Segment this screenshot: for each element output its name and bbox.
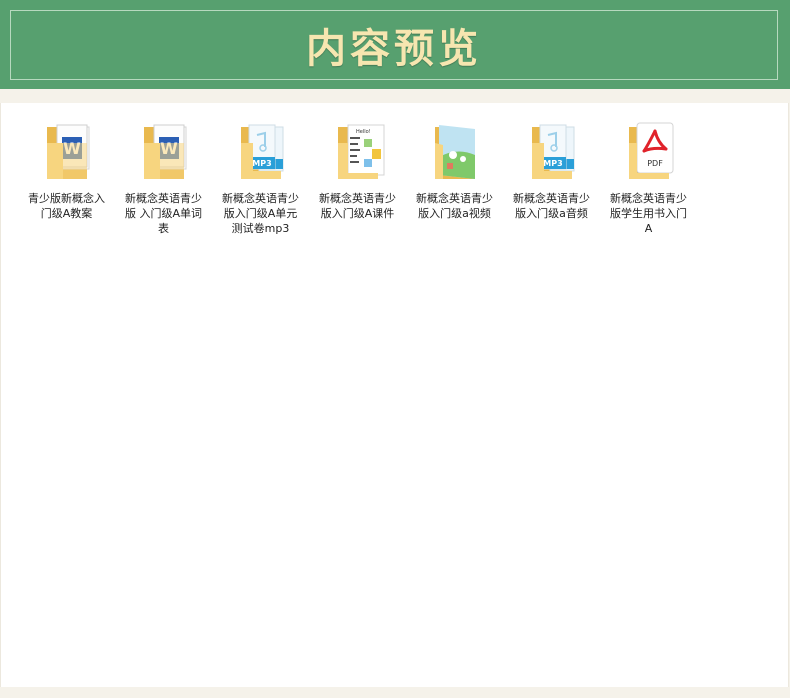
file-name: 新概念英语青少版入门级a视频 (416, 192, 493, 220)
file-item[interactable]: W 青少版新概念入门级A教案 (18, 113, 115, 236)
file-item[interactable]: Hello! 新概念英语青少版入门级A课件 (309, 113, 406, 236)
pdf-label: PDF (647, 159, 663, 168)
bottom-strip (0, 687, 790, 698)
slide-heading: Hello! (356, 129, 371, 135)
file-name: 新概念英语青少版 入门级A单词表 (124, 192, 203, 235)
file-item[interactable]: MP3 新概念英语青少版入门级a音频 (503, 113, 600, 236)
file-name: 新概念英语青少版学生用书入门A (610, 192, 687, 235)
word-folder-icon: W (46, 124, 89, 179)
audio-folder-icon: MP3 (531, 124, 574, 179)
pdf-folder-icon: PDF (628, 122, 673, 179)
file-item[interactable]: 新概念英语青少版入门级a视频 (406, 113, 503, 236)
mp3-badge: MP3 (543, 159, 562, 168)
file-browser-panel: W 青少版新概念入门级A教案 W 新概念英语青少版 入门级A单词表 (0, 103, 789, 687)
file-name: 新概念英语青少版入门级a音频 (513, 192, 590, 220)
separator-strip (0, 89, 790, 103)
header-banner: 内容预览 (0, 0, 790, 89)
file-list: W 青少版新概念入门级A教案 W 新概念英语青少版 入门级A单词表 (18, 113, 697, 236)
banner-frame: 内容预览 (10, 10, 778, 80)
audio-folder-icon: MP3 (240, 124, 283, 179)
file-item[interactable]: PDF 新概念英语青少版学生用书入门A (600, 113, 697, 236)
mp3-badge: MP3 (252, 159, 271, 168)
slides-folder-icon: Hello! (337, 124, 384, 179)
file-name: 青少版新概念入门级A教案 (28, 192, 105, 220)
video-folder-icon (434, 125, 475, 179)
file-name: 新概念英语青少版入门级A课件 (319, 192, 396, 220)
word-folder-icon: W (143, 124, 186, 179)
file-item[interactable]: W 新概念英语青少版 入门级A单词表 (115, 113, 212, 236)
banner-title: 内容预览 (306, 25, 482, 72)
file-name: 新概念英语青少版入门级A单元测试卷mp3 (222, 192, 299, 235)
file-item[interactable]: MP3 新概念英语青少版入门级A单元测试卷mp3 (212, 113, 309, 236)
